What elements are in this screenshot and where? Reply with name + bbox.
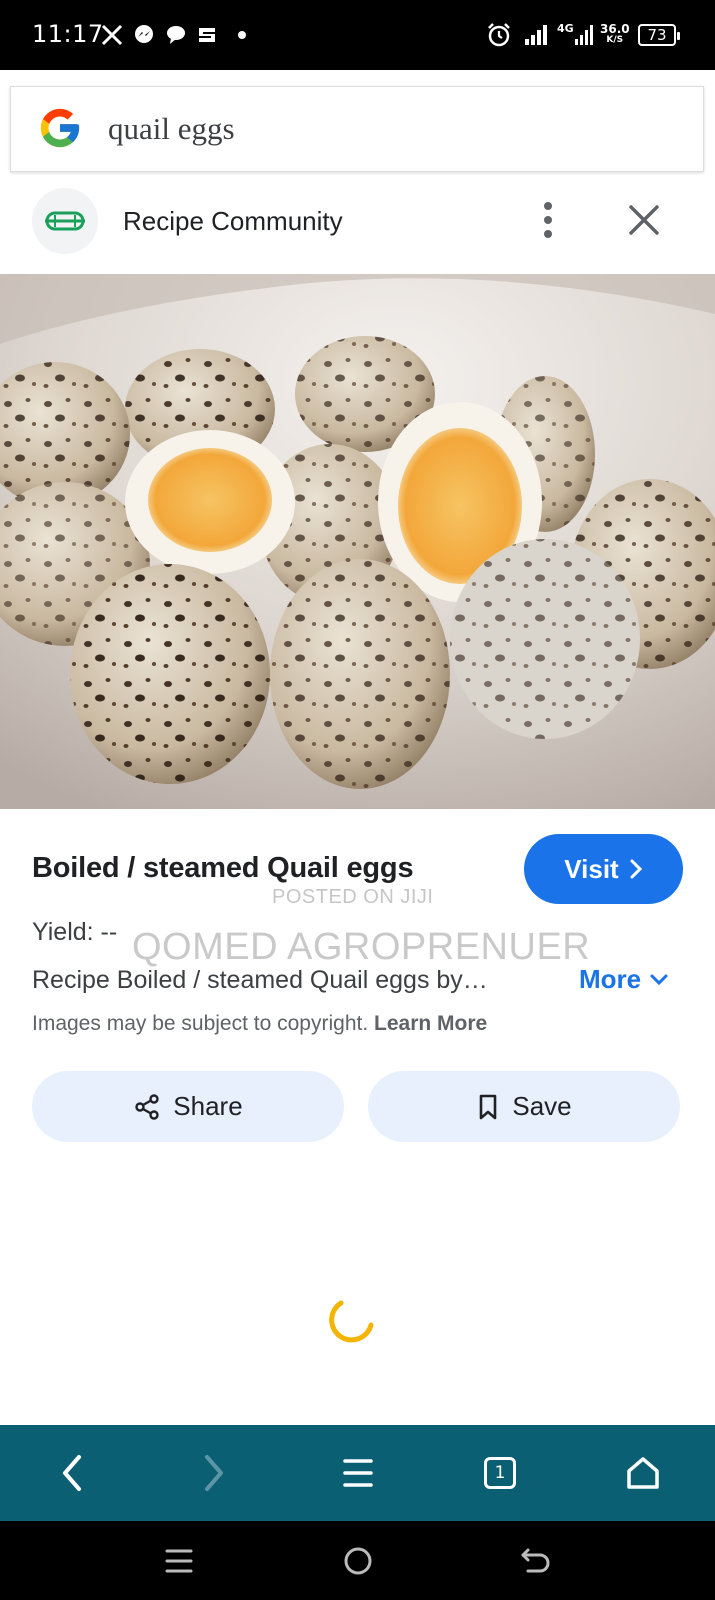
visit-label: Visit: [564, 853, 619, 884]
source-logo-icon[interactable]: [32, 188, 98, 254]
result-title[interactable]: Boiled / steamed Quail eggs: [32, 852, 414, 885]
quail-eggs-photo: [0, 274, 715, 809]
source-row: Recipe Community: [0, 180, 715, 270]
tabs-icon[interactable]: 1: [474, 1447, 526, 1499]
home-system-icon[interactable]: [336, 1539, 380, 1583]
browser-toolbar: 1: [0, 1425, 715, 1521]
net-speed-unit: K/S: [606, 35, 624, 45]
status-bar: 11:17 4G 36.0 K/S 73: [0, 0, 715, 70]
tab-count: 1: [484, 1457, 516, 1489]
status-time: 11:17: [32, 20, 104, 48]
source-name[interactable]: Recipe Community: [123, 206, 343, 237]
share-icon: [135, 1093, 159, 1120]
back-icon[interactable]: [46, 1447, 98, 1499]
more-label: More: [579, 964, 642, 994]
alarm-icon: [486, 22, 512, 48]
network-type: 4G: [557, 22, 574, 35]
share-button[interactable]: Share: [32, 1071, 344, 1142]
app-notification-icon: [195, 22, 219, 48]
copyright-notice: Images may be subject to copyright. Lear…: [32, 1012, 487, 1036]
home-icon[interactable]: [617, 1447, 669, 1499]
more-button[interactable]: More: [579, 964, 669, 995]
visit-button[interactable]: Visit: [524, 834, 683, 904]
back-system-icon[interactable]: [514, 1539, 558, 1583]
learn-more-link[interactable]: Learn More: [374, 1012, 487, 1035]
messenger-icon: [132, 22, 156, 48]
copyright-text: Images may be subject to copyright.: [32, 1012, 369, 1035]
bookmark-icon: [480, 1094, 497, 1119]
chevron-down-icon: [650, 974, 668, 985]
save-button[interactable]: Save: [368, 1071, 680, 1142]
battery-icon: 73: [638, 24, 680, 46]
yield-text: Yield: --: [32, 918, 118, 946]
search-query[interactable]: quail eggs: [108, 111, 235, 147]
signal-icon-2: [573, 22, 595, 48]
more-options-icon[interactable]: [528, 198, 568, 242]
net-speed: 36.0 K/S: [600, 22, 630, 46]
search-bar[interactable]: quail eggs: [10, 86, 704, 172]
chevron-right-icon: [630, 859, 642, 879]
signal-icon: [523, 22, 549, 48]
save-label: Save: [512, 1091, 572, 1121]
result-image[interactable]: [0, 274, 715, 809]
system-nav-bar: [0, 1521, 715, 1600]
recents-icon[interactable]: [157, 1539, 201, 1583]
close-icon[interactable]: [622, 198, 666, 242]
google-logo-icon: [37, 105, 83, 151]
chat-bubble-icon: [164, 22, 188, 48]
result-description: Recipe Boiled / steamed Quail eggs by…: [32, 966, 488, 994]
watermark-brand: QOMED AGROPRENUER: [132, 926, 591, 968]
loading-spinner-icon: [329, 1295, 377, 1343]
x-app-icon: [100, 22, 124, 48]
watermark-posted: POSTED ON JIJI: [272, 886, 434, 908]
dot-icon: [236, 22, 248, 48]
menu-icon[interactable]: [332, 1447, 384, 1499]
share-label: Share: [173, 1091, 243, 1121]
forward-icon[interactable]: [188, 1447, 240, 1499]
net-speed-value: 36.0: [600, 22, 630, 36]
